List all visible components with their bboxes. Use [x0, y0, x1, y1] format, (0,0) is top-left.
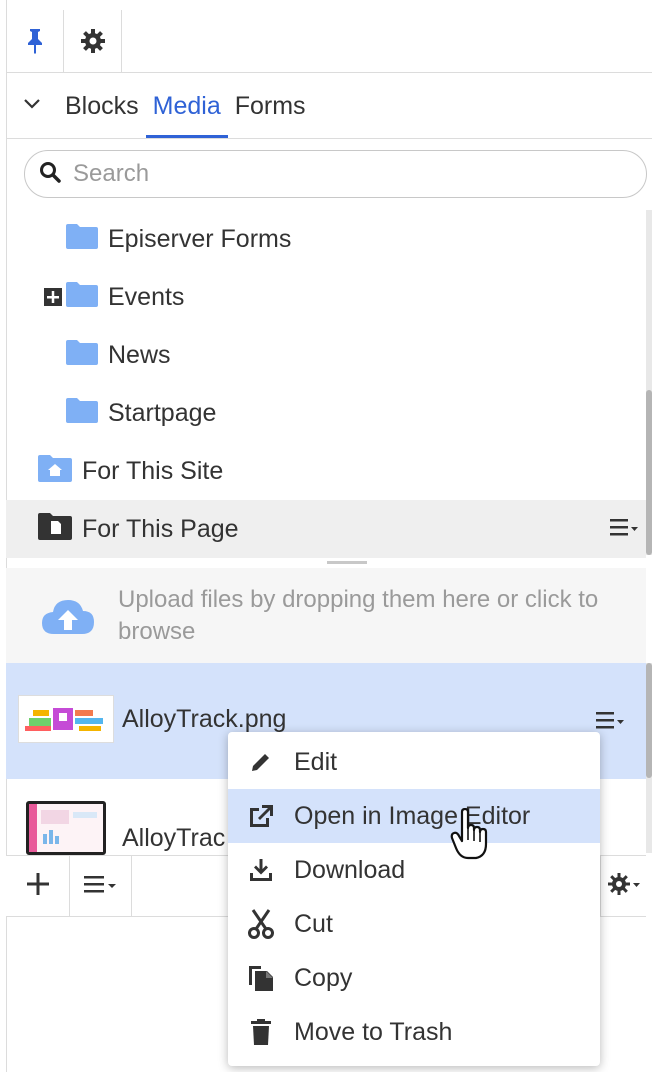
menu-item-move-to-trash[interactable]: Move to Trash [228, 1005, 600, 1059]
tab-blocks[interactable]: Blocks [58, 74, 146, 138]
scissors-icon [228, 908, 294, 940]
tree-item-label: Startpage [108, 398, 217, 427]
menu-item-open-in-image-editor[interactable]: Open in Image Editor [228, 789, 600, 843]
tree-row-menu-button[interactable] [610, 516, 640, 543]
tab-forms[interactable]: Forms [228, 74, 313, 138]
tab-bar: Blocks Media Forms [6, 73, 652, 139]
media-thumbnail [18, 695, 114, 743]
trash-icon [228, 1018, 294, 1046]
media-item-name: AlloyTrack.png [122, 705, 287, 733]
cloud-upload-icon [40, 596, 96, 641]
thumbnail-image [19, 696, 113, 742]
hand-cursor-icon [450, 807, 492, 865]
menu-item-label: Download [294, 855, 406, 884]
site-folder-icon [38, 454, 72, 489]
media-item-name: AlloyTrac [122, 824, 226, 852]
settings-button[interactable] [64, 10, 122, 72]
menu-item-cut[interactable]: Cut [228, 897, 600, 951]
menu-item-label: Edit [294, 747, 338, 776]
thumbnail-image [29, 804, 103, 852]
folder-icon [66, 223, 98, 256]
tree-item-label: Episerver Forms [108, 224, 292, 253]
context-menu: Edit Open in Image Editor Download Cut C… [228, 732, 600, 1066]
folder-icon [66, 397, 98, 430]
menu-item-label: Open in Image Editor [294, 801, 531, 830]
media-row-menu-button[interactable] [596, 709, 626, 736]
menu-item-edit[interactable]: Edit [228, 735, 600, 789]
bottom-settings-button[interactable] [600, 856, 646, 916]
tree-item-for-this-site[interactable]: For This Site [38, 442, 223, 500]
collapse-toggle[interactable] [6, 74, 58, 138]
gear-icon [607, 872, 641, 901]
menu-lines-icon [83, 873, 118, 900]
tree-item-episerver-forms[interactable]: Episerver Forms [66, 210, 291, 268]
external-link-icon [228, 803, 294, 829]
search-input[interactable] [73, 160, 613, 188]
plus-icon [26, 872, 50, 901]
tab-media[interactable]: Media [145, 74, 228, 138]
tree-item-for-this-page[interactable]: For This Page [38, 500, 239, 558]
tree-item-label: For This Site [82, 456, 224, 485]
folder-icon [66, 281, 98, 314]
tree-item-news[interactable]: News [66, 326, 171, 384]
menu-item-download[interactable]: Download [228, 843, 600, 897]
expand-plus-icon[interactable] [42, 286, 64, 308]
tree-item-label: For This Page [82, 514, 239, 543]
media-thumbnail [26, 801, 106, 855]
dropzone-text: Upload files by dropping them here or cl… [118, 586, 599, 645]
tree-item-label: News [108, 340, 171, 369]
folder-icon [66, 339, 98, 372]
gear-icon [79, 27, 107, 55]
tree-item-startpage[interactable]: Startpage [66, 384, 216, 442]
tree-scrollbar-thumb[interactable] [646, 390, 652, 555]
tree-item-events[interactable]: Events [42, 268, 184, 326]
tree-item-label: Events [108, 282, 185, 311]
media-scrollbar-thumb[interactable] [646, 663, 652, 778]
menu-item-copy[interactable]: Copy [228, 951, 600, 1005]
menu-lines-icon [596, 709, 626, 736]
copy-icon [228, 963, 294, 993]
pane-splitter[interactable] [327, 561, 367, 564]
search-box [24, 150, 647, 198]
search-icon [39, 161, 61, 188]
menu-item-label: Copy [294, 963, 353, 992]
page-folder-icon [38, 512, 72, 547]
panel-toolbar [6, 10, 652, 73]
list-options-button[interactable] [70, 856, 132, 916]
menu-lines-icon [610, 516, 640, 543]
pin-icon [24, 27, 46, 55]
menu-item-label: Cut [294, 909, 333, 938]
download-icon [228, 857, 294, 883]
chevron-down-icon [23, 97, 41, 115]
menu-item-label: Move to Trash [294, 1017, 453, 1046]
add-button[interactable] [6, 856, 70, 916]
upload-dropzone[interactable]: Upload files by dropping them here or cl… [6, 568, 646, 663]
pencil-icon [228, 750, 294, 774]
pin-button[interactable] [6, 10, 64, 72]
